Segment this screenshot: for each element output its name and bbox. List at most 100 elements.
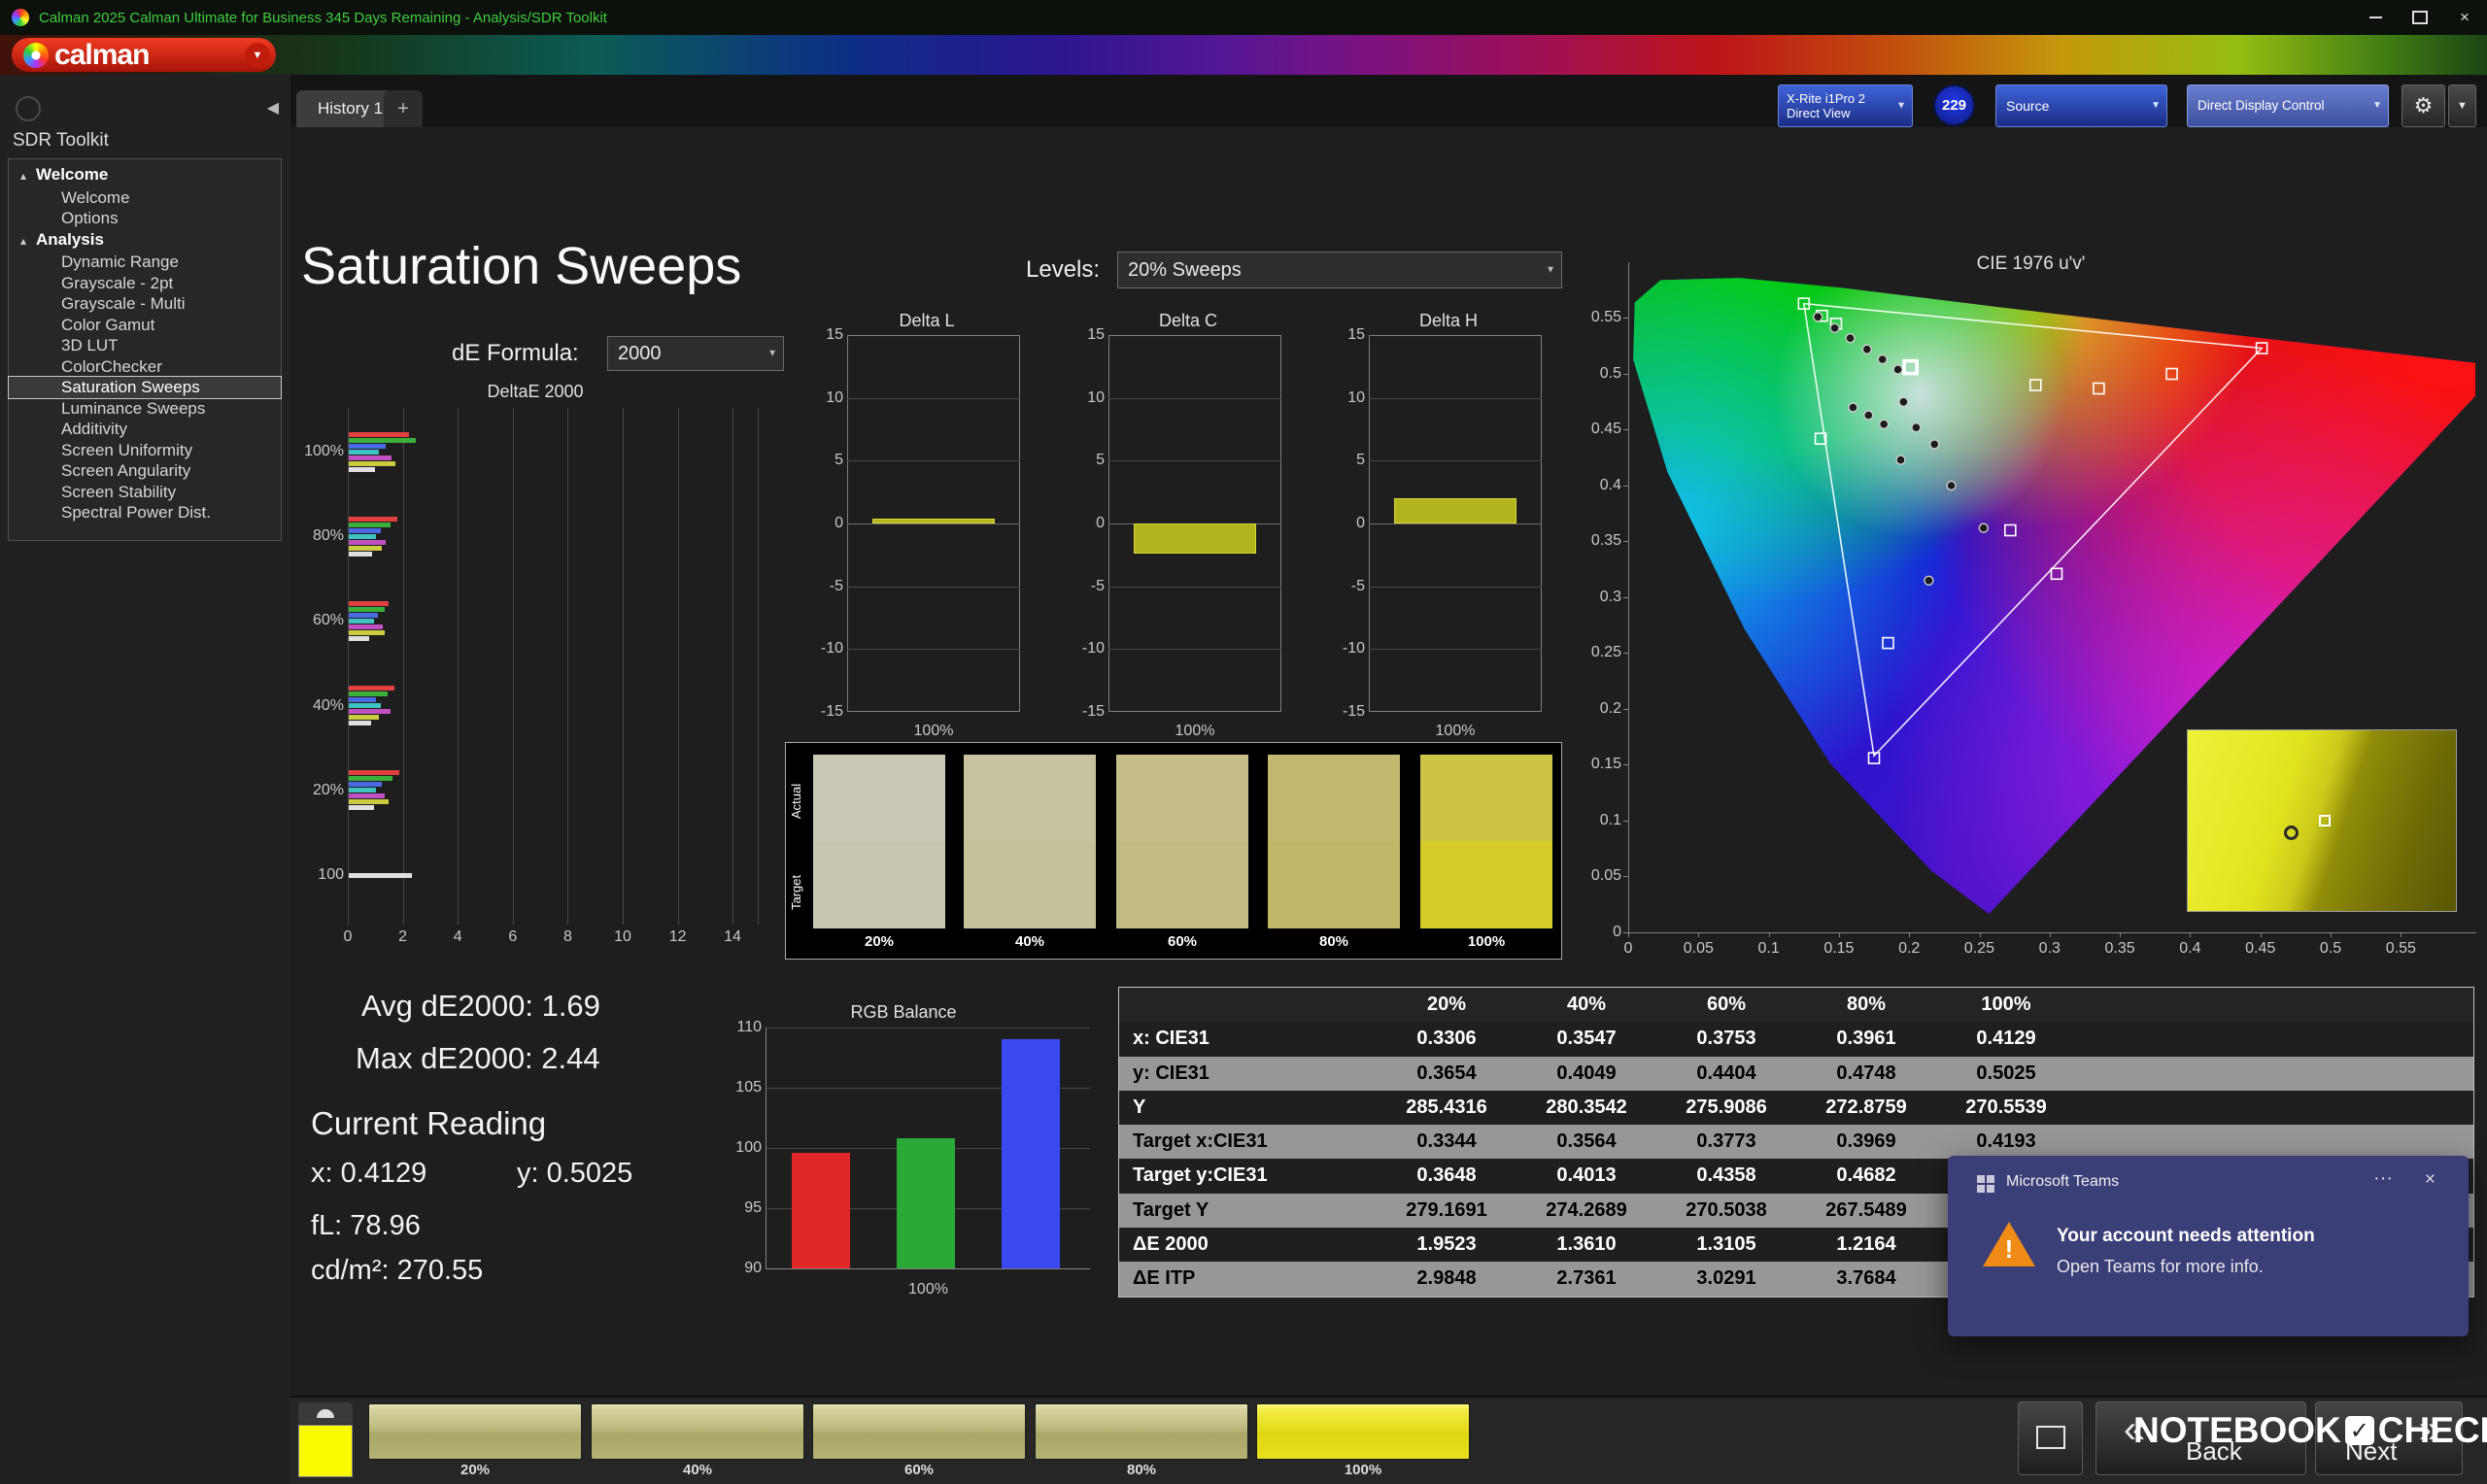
pattern-level-button-20[interactable] (368, 1403, 582, 1460)
swatch-target (1116, 841, 1248, 928)
display-control-dropdown[interactable]: Direct Display Control ▼ (2187, 84, 2389, 127)
pattern-level-label: 40% (591, 1462, 804, 1478)
logo-dropdown-button[interactable]: ▼ (245, 43, 270, 68)
app-icon (12, 9, 29, 26)
deltae-bar (349, 691, 388, 696)
minimize-icon (2369, 17, 2382, 18)
calman-window: Calman 2025 Calman Ultimate for Business… (0, 0, 2487, 1484)
teams-app-icon (1977, 1175, 1994, 1193)
pattern-level-button-100[interactable] (1256, 1403, 1470, 1460)
table-header-cell: 100% (1936, 988, 2076, 1022)
measurement-marker (1830, 323, 1839, 332)
warning-icon: ! (1982, 1220, 2036, 1268)
sidebar-item-luminance-sweeps[interactable]: Luminance Sweeps (9, 398, 281, 420)
settings-button[interactable]: ⚙ (2402, 84, 2445, 127)
sidebar-group-analysis[interactable]: ▴Analysis (9, 229, 281, 253)
pattern-display-button[interactable] (2018, 1401, 2083, 1475)
close-button[interactable]: × (2442, 0, 2487, 35)
deltae-bar (349, 788, 376, 793)
dome-icon (317, 1409, 334, 1418)
deltae-bar (349, 450, 379, 455)
meter-dropdown[interactable]: X-Rite i1Pro 2 Direct View ▼ (1778, 84, 1913, 127)
more-menu-button[interactable]: ··· (2373, 1167, 2393, 1190)
inset-measurement-marker (2284, 826, 2299, 840)
swatch-target (964, 841, 1096, 928)
table-cell: 3.7684 (1796, 1262, 1936, 1296)
sidebar-item-dynamic-range[interactable]: Dynamic Range (9, 252, 281, 273)
table-row: x: CIE310.33060.35470.37530.39610.4129 (1119, 1022, 2473, 1056)
table-cell: 1.3105 (1656, 1228, 1796, 1262)
table-header-cell: 40% (1516, 988, 1656, 1022)
minimize-button[interactable] (2353, 0, 2398, 35)
more-options-button[interactable]: ▼ (2448, 84, 2476, 127)
sidebar-item-welcome[interactable]: Welcome (9, 187, 281, 209)
maximize-button[interactable] (2398, 0, 2442, 35)
table-cell: 274.2689 (1516, 1194, 1656, 1228)
swatch-target (1268, 841, 1400, 928)
de-formula-select[interactable]: 2000 ▼ (607, 336, 784, 371)
sidebar-collapse-button[interactable]: ◀ (267, 98, 279, 118)
table-row: Y285.4316280.3542275.9086272.8759270.553… (1119, 1091, 2473, 1125)
rgb-bar-red (792, 1153, 850, 1268)
sidebar-item-saturation-sweeps[interactable]: Saturation Sweeps (9, 377, 281, 398)
sidebar-item-options[interactable]: Options (9, 208, 281, 229)
deltae-bar (349, 444, 386, 449)
deltae-bar (349, 552, 372, 556)
pattern-level-button-80[interactable] (1035, 1403, 1248, 1460)
table-cell: 2.9848 (1377, 1262, 1516, 1296)
pattern-window-button[interactable] (298, 1402, 353, 1424)
sidebar-item-spectral-power-dist[interactable]: Spectral Power Dist. (9, 502, 281, 523)
levels-select[interactable]: 20% Sweeps ▼ (1117, 252, 1562, 288)
table-cell: 0.4129 (1936, 1022, 2076, 1056)
chevron-down-icon: ▼ (1546, 265, 1555, 276)
pattern-level-button-60[interactable] (812, 1403, 1026, 1460)
table-header-cell: 60% (1656, 988, 1796, 1022)
table-row-label: Target y:CIE31 (1119, 1159, 1377, 1193)
deltae-bar (349, 438, 416, 443)
gear-icon: ⚙ (2414, 93, 2434, 118)
notebookcheck-watermark: NOTEBOOK ✓ CHECK (2133, 1410, 2487, 1451)
table-cell: 0.5025 (1936, 1057, 2076, 1091)
measurement-marker (1893, 365, 1902, 374)
sidebar-item-3d-lut[interactable]: 3D LUT (9, 335, 281, 356)
rgb-bar-green (897, 1138, 955, 1268)
table-header-cell (1119, 988, 1377, 1022)
sidebar-item-grayscale-multi[interactable]: Grayscale - Multi (9, 293, 281, 315)
sidebar-help-icon[interactable] (16, 96, 41, 121)
deltae-bar (349, 540, 386, 545)
meter-line1: X-Rite i1Pro 2 (1787, 91, 1894, 106)
table-cell: 3.0291 (1656, 1262, 1796, 1296)
sidebar-item-additivity[interactable]: Additivity (9, 419, 281, 440)
deltae-bar (349, 697, 376, 702)
inset-target-marker (2319, 815, 2331, 826)
deltae-bar (349, 721, 371, 725)
swatch-target (1420, 841, 1552, 928)
brand-bar: calman ▼ (0, 35, 2487, 75)
cie-inset-zoom (2187, 729, 2457, 912)
sidebar-item-grayscale-2pt[interactable]: Grayscale - 2pt (9, 273, 281, 294)
sidebar-item-screen-angularity[interactable]: Screen Angularity (9, 460, 281, 482)
max-de2000: Max dE2000: 2.44 (356, 1041, 600, 1076)
measurement-marker (1849, 403, 1857, 412)
sidebar-item-color-gamut[interactable]: Color Gamut (9, 315, 281, 336)
table-cell: 0.4404 (1656, 1057, 1796, 1091)
page-title: Saturation Sweeps (301, 236, 741, 296)
chevron-down-icon: ▼ (2372, 85, 2382, 126)
table-cell: 1.2164 (1796, 1228, 1936, 1262)
sidebar-group-welcome[interactable]: ▴Welcome (9, 164, 281, 187)
notification-close-button[interactable]: × (2425, 1169, 2436, 1191)
calman-logo: calman ▼ (12, 38, 276, 72)
deltae-bar (349, 546, 382, 551)
source-dropdown[interactable]: Source ▼ (1995, 84, 2167, 127)
sidebar-item-screen-uniformity[interactable]: Screen Uniformity (9, 440, 281, 461)
target-row-label: Target (789, 852, 804, 933)
sidebar-item-screen-stability[interactable]: Screen Stability (9, 482, 281, 503)
deltae-bar (349, 793, 385, 798)
rgb-balance-chart: RGB Balance1101051009590100% (738, 1002, 1098, 1294)
measurement-marker (1862, 345, 1871, 354)
add-tab-button[interactable]: + (384, 90, 423, 127)
measurement-marker (1930, 440, 1939, 449)
pattern-level-button-40[interactable] (591, 1403, 804, 1460)
sidebar-item-colorchecker[interactable]: ColorChecker (9, 356, 281, 378)
notification-title: Your account needs attention (2057, 1226, 2315, 1247)
